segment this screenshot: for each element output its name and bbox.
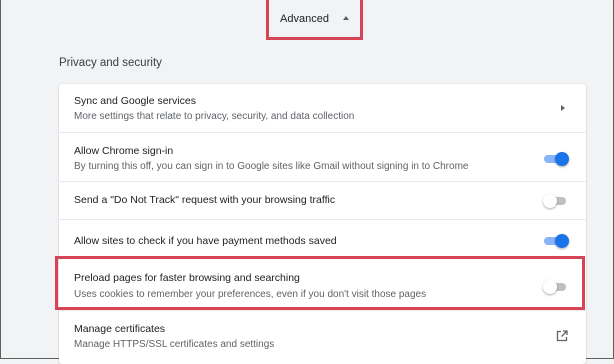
chevron-right-icon[interactable] [561,105,565,111]
do-not-track-toggle[interactable] [543,194,569,208]
row-title: Manage certificates [74,323,166,335]
row-title: Preload pages for faster browsing and se… [74,272,300,284]
privacy-security-card: Sync and Google services More settings t… [59,84,586,364]
toggle-knob [555,152,569,166]
row-subtitle: More settings that relate to privacy, se… [74,111,355,122]
row-manage-certificates[interactable]: Manage certificates Manage HTTPS/SSL cer… [59,310,586,364]
preload-pages-toggle[interactable] [543,280,569,294]
payment-methods-toggle[interactable] [543,234,569,248]
allow-signin-toggle[interactable] [543,152,569,166]
toggle-knob [543,280,557,294]
row-title: Send a "Do Not Track" request with your … [74,194,336,206]
toggle-knob [543,194,557,208]
toggle-knob [555,234,569,248]
row-subtitle: By turning this off, you can sign in to … [74,161,469,172]
row-subtitle: Uses cookies to remember your preference… [74,289,427,300]
row-allow-chrome-signin: Allow Chrome sign-in By turning this off… [59,132,586,181]
row-title: Allow sites to check if you have payment… [74,235,337,247]
section-title: Privacy and security [59,57,162,69]
row-do-not-track: Send a "Do Not Track" request with your … [59,181,586,219]
row-title: Allow Chrome sign-in [74,145,174,157]
row-title: Sync and Google services [74,95,196,107]
advanced-label: Advanced [280,12,329,25]
caret-up-icon [342,16,349,20]
external-link-icon[interactable] [556,330,568,342]
row-payment-methods: Allow sites to check if you have payment… [59,219,586,257]
row-subtitle: Manage HTTPS/SSL certificates and settin… [74,339,275,350]
advanced-highlight-box: Advanced [266,0,363,40]
row-sync-google-services[interactable]: Sync and Google services More settings t… [59,84,586,132]
row-preload-pages: Preload pages for faster browsing and se… [59,257,586,310]
advanced-button[interactable]: Advanced [269,0,360,37]
